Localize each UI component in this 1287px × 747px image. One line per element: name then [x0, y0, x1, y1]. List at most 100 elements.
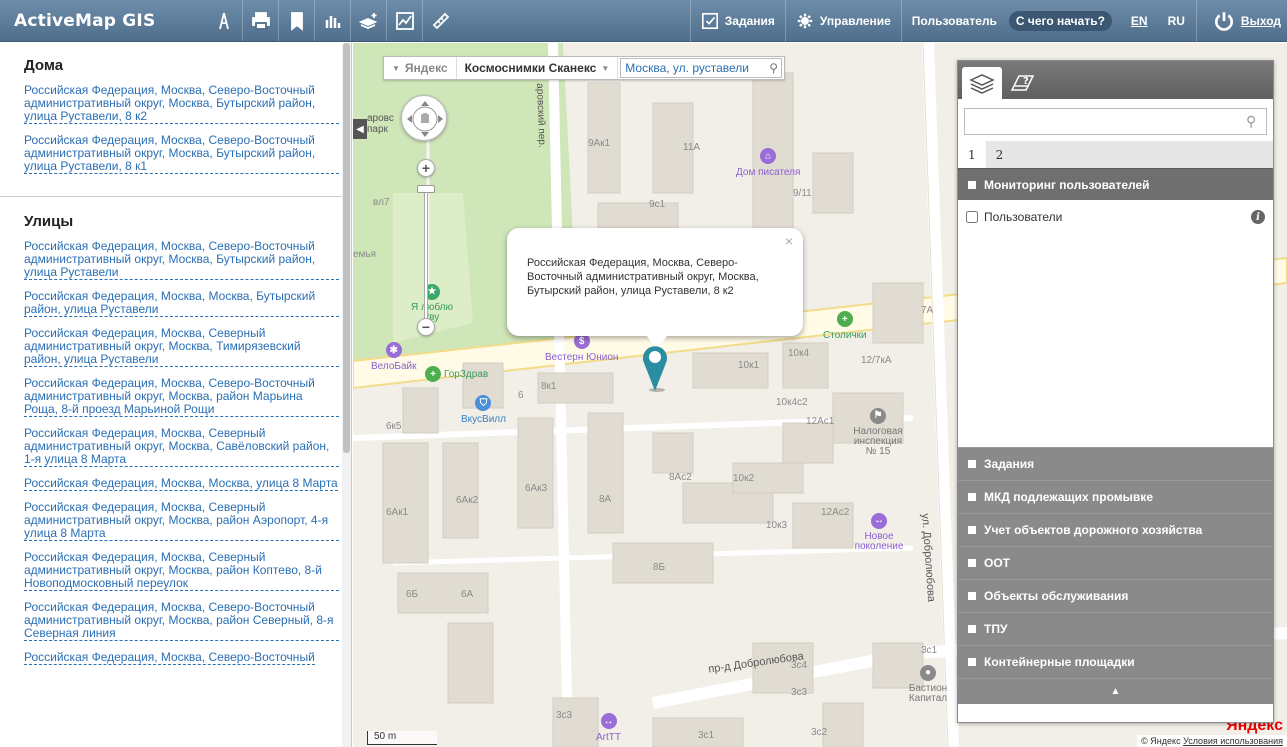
close-icon[interactable]: ×	[785, 234, 793, 248]
poi-velobike[interactable]: ✱ ВелоБайк	[371, 342, 417, 372]
scrollbar-thumb[interactable]	[343, 43, 350, 453]
poi-icon: ⌂	[760, 148, 777, 164]
poi-stolichki[interactable]: + Столички	[823, 311, 867, 341]
poi-icon: ●	[920, 665, 936, 681]
legend-help-icon: ?	[1010, 75, 1035, 91]
street-result-link[interactable]: Российская Федерация, Москва, Москва, Бу…	[24, 290, 339, 317]
search-icon[interactable]: ⚲	[1246, 113, 1266, 130]
poi-icon: ↔	[871, 513, 887, 529]
info-icon[interactable]: i	[1251, 210, 1265, 224]
map-copyright: © Яндекс Условия использования	[1137, 735, 1287, 747]
map-label: 6к5	[386, 421, 402, 432]
page-1[interactable]: 1	[958, 141, 986, 168]
layers-add-icon[interactable]	[350, 0, 386, 41]
section-mkd[interactable]: МКД подлежащих промывке	[958, 480, 1273, 513]
street-result-link[interactable]: Российская Федерация, Москва, Северный а…	[24, 327, 339, 367]
lang-ru-link[interactable]: RU	[1161, 14, 1192, 28]
map-label: 9с1	[649, 199, 666, 210]
poi-bastion[interactable]: ● Бастион Капитал	[903, 665, 953, 704]
layers-search-input[interactable]	[965, 109, 1246, 134]
svg-text:?: ?	[1023, 76, 1029, 87]
toolbar	[206, 0, 458, 41]
street-result-link[interactable]: Российская Федерация, Москва, Северный а…	[24, 501, 339, 541]
ruler-icon[interactable]	[422, 0, 458, 41]
poi-novoe[interactable]: ↔ Новое поколение	[849, 513, 909, 552]
compass-icon[interactable]	[206, 0, 242, 41]
layer-select[interactable]: Космоснимки Сканекс ▼	[457, 57, 619, 79]
chevron-down-icon: ▼	[601, 63, 610, 73]
zoom-slider-handle[interactable]	[417, 185, 435, 193]
street-result-link[interactable]: Российская Федерация, Москва, Северо-Вос…	[24, 601, 339, 641]
poi-gorzdrav[interactable]: + ГорЗдрав	[425, 366, 488, 382]
layers-icon	[969, 74, 995, 94]
tab-layers[interactable]	[962, 67, 1002, 99]
map-label: 3с1	[698, 730, 715, 741]
map-provider-bar: ▼ Яндекс Космоснимки Сканекс ▼ ⚲	[383, 56, 786, 80]
layers-panel: ? ⚲ 1 2 Мониторинг пользователей Пользов…	[957, 60, 1274, 723]
map-label: 10к3	[766, 520, 788, 531]
start-help-button[interactable]: С чего начать?	[1008, 11, 1112, 31]
street-result-link[interactable]: Российская Федерация, Москва, Москва, ул…	[24, 477, 338, 491]
bookmark-icon[interactable]	[278, 0, 314, 41]
map-search-input[interactable]	[621, 61, 770, 75]
section-tasks[interactable]: Задания	[958, 447, 1273, 480]
poi-vkusvill[interactable]: ⛉ ВкусВилл	[461, 395, 506, 425]
layer-users-checkbox[interactable]	[966, 211, 978, 223]
tasks-button[interactable]: Задания	[689, 0, 785, 42]
section-road-objects[interactable]: Учет объектов дорожного хозяйства	[958, 513, 1273, 546]
page-2[interactable]: 2	[986, 141, 1014, 168]
poi-icon: ✱	[385, 342, 402, 358]
tab-legend[interactable]: ?	[1002, 67, 1042, 99]
manage-button[interactable]: Управление	[784, 0, 901, 42]
poi-arttt[interactable]: ↔ ArtTT	[596, 713, 621, 743]
search-icon[interactable]: ⚲	[769, 61, 781, 75]
map-label: 9Ак1	[588, 138, 611, 149]
house-result-link[interactable]: Российская Федерация, Москва, Северо-Вос…	[24, 134, 339, 174]
map-label: 9/11	[793, 188, 812, 199]
bar-chart-icon[interactable]	[314, 0, 350, 41]
poi-icon: +	[425, 366, 441, 382]
terms-link[interactable]: Условия использования	[1183, 736, 1283, 746]
section-oot[interactable]: ООТ	[958, 546, 1273, 579]
collapse-left-panel-button[interactable]: ◀	[353, 119, 367, 139]
map-label: 8Ас2	[669, 472, 692, 483]
street-result-link[interactable]: Российская Федерация, Москва, Северный а…	[24, 551, 339, 591]
section-user-monitoring[interactable]: Мониторинг пользователей	[958, 168, 1273, 200]
line-chart-icon[interactable]	[386, 0, 422, 41]
house-result-link[interactable]: Российская Федерация, Москва, Северо-Вос…	[24, 84, 339, 124]
square-icon	[968, 658, 976, 666]
street-result-link[interactable]: Российская Федерация, Москва, Северо-Вос…	[24, 240, 339, 280]
section-tpu[interactable]: ТПУ	[958, 612, 1273, 645]
section-containers[interactable]: Контейнерные площадки	[958, 645, 1273, 678]
layer-label: Космоснимки Сканекс	[464, 61, 597, 75]
layers-panel-tabs: ?	[958, 61, 1273, 99]
zoom-out-button[interactable]: −	[417, 318, 435, 336]
section-label: Контейнерные площадки	[984, 655, 1135, 669]
user-menu[interactable]: Пользователь С чего начать? EN RU	[900, 0, 1196, 42]
poi-love[interactable]: ★ Я люблю кву	[411, 284, 453, 323]
zoom-slider-track[interactable]	[424, 185, 428, 325]
street-result-link[interactable]: Российская Федерация, Москва, Северный а…	[24, 427, 339, 467]
poi-label: ArtTT	[596, 732, 621, 743]
poi-dom-pisatelya[interactable]: ⌂ Дом писателя	[736, 148, 800, 178]
layer-users[interactable]: Пользователи i	[966, 210, 1265, 224]
print-icon[interactable]	[242, 0, 278, 41]
street-result-link[interactable]: Российская Федерация, Москва, Северо-Вос…	[24, 651, 315, 665]
chevron-up-icon: ▲	[1110, 686, 1121, 697]
collapse-layers-button[interactable]: ▲	[958, 678, 1273, 704]
section-service-objects[interactable]: Объекты обслуживания	[958, 579, 1273, 612]
map-marker-icon[interactable]	[640, 343, 670, 393]
popup-text: Российская Федерация, Москва, Северо-Вос…	[527, 257, 759, 297]
poi-nalog[interactable]: ⚑ Налоговая инспекция № 15	[849, 408, 907, 457]
pan-arrows-icon	[407, 101, 443, 137]
pan-control[interactable]	[401, 95, 447, 141]
poi-label: Вестерн Юнион	[545, 352, 619, 363]
provider-yandex[interactable]: ▼ Яндекс	[384, 57, 457, 79]
left-scrollbar[interactable]	[342, 43, 351, 747]
poi-western[interactable]: $ Вестерн Юнион	[545, 333, 618, 363]
zoom-in-button[interactable]: +	[417, 159, 435, 177]
square-icon	[968, 526, 976, 534]
street-result-link[interactable]: Российская Федерация, Москва, Северо-Вос…	[24, 377, 339, 417]
lang-en-link[interactable]: EN	[1124, 14, 1155, 28]
exit-button[interactable]: Выход	[1195, 0, 1287, 42]
